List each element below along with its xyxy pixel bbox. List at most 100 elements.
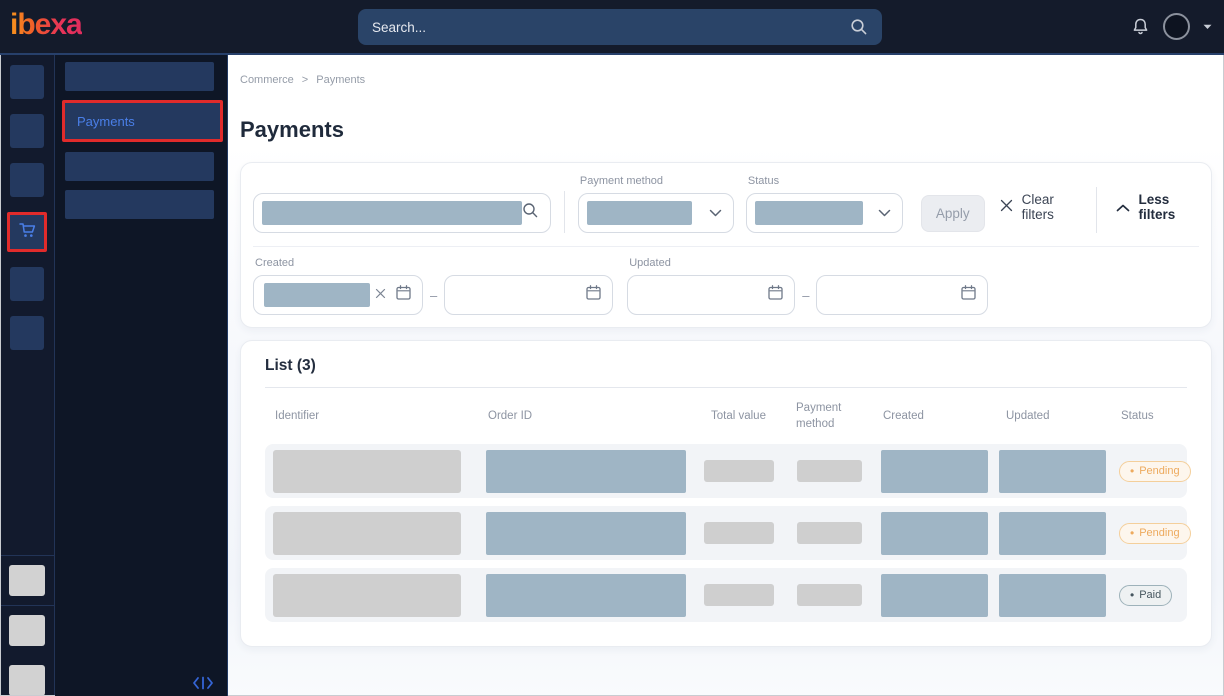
chevron-down-icon <box>878 204 891 222</box>
breadcrumb-payments[interactable]: Payments <box>316 74 365 86</box>
table-row[interactable]: • Pending <box>265 506 1187 560</box>
sidebar-item-3[interactable] <box>65 152 214 181</box>
user-avatar[interactable] <box>1163 13 1190 40</box>
status-badge: • Paid <box>1119 585 1172 606</box>
topbar: ibexa <box>0 0 1224 55</box>
filter-search-input[interactable] <box>253 193 551 233</box>
redacted-payment-method-value <box>587 201 692 225</box>
redacted-payment-method <box>797 460 862 482</box>
sidebar-item-4[interactable] <box>65 190 214 219</box>
app-window: ibexa <box>0 0 1224 696</box>
rail-item-1[interactable] <box>10 65 44 99</box>
clear-date-icon[interactable] <box>375 286 386 304</box>
created-label: Created <box>255 257 613 269</box>
less-filters-button[interactable]: Less filters <box>1116 192 1200 222</box>
redacted-total-value <box>704 584 774 606</box>
redacted-created <box>881 512 988 555</box>
redacted-order-id <box>486 512 686 555</box>
status-badge: • Pending <box>1119 461 1191 482</box>
column-total-value: Total value <box>701 401 786 432</box>
column-status: Status <box>1111 401 1187 432</box>
rail-bottom <box>0 555 54 696</box>
table-row[interactable]: • Pending <box>265 444 1187 498</box>
redacted-identifier <box>273 512 461 555</box>
column-created: Created <box>873 401 996 432</box>
rail-item-6[interactable] <box>10 316 44 350</box>
table-row[interactable]: • Paid <box>265 568 1187 622</box>
redacted-search-value <box>262 201 522 225</box>
chevron-up-icon <box>1116 200 1130 215</box>
main-content: Commerce > Payments Payments <box>228 55 1224 696</box>
calendar-icon[interactable] <box>767 284 784 306</box>
rail-bottom-item-2[interactable] <box>9 615 45 646</box>
rail-bottom-item-1[interactable] <box>9 565 45 596</box>
sidebar-panel: Payments <box>55 55 228 696</box>
breadcrumb: Commerce > Payments <box>228 55 1224 86</box>
payment-method-select[interactable] <box>578 193 734 233</box>
caret-down-icon[interactable] <box>1203 24 1212 30</box>
redacted-order-id <box>486 574 686 617</box>
sidebar-item-label: Payments <box>77 114 135 129</box>
chevron-down-icon <box>709 204 722 222</box>
icon-rail <box>0 55 55 696</box>
filters-card: Payment method Status <box>240 162 1212 328</box>
range-separator: – <box>802 288 809 303</box>
created-from-input[interactable] <box>253 275 423 315</box>
redacted-order-id <box>486 450 686 493</box>
redacted-updated <box>999 512 1106 555</box>
close-icon <box>1000 199 1013 215</box>
collapse-sidebar-icon[interactable] <box>191 676 215 690</box>
ibexa-logo[interactable]: ibexa <box>10 10 82 44</box>
search-icon <box>850 18 868 36</box>
column-payment-method: Payment method <box>786 401 873 432</box>
apply-button[interactable]: Apply <box>921 195 985 232</box>
topbar-actions <box>1131 13 1212 40</box>
clear-filters-button[interactable]: Clear filters <box>1000 192 1080 222</box>
column-order-id: Order ID <box>478 401 701 432</box>
breadcrumb-commerce[interactable]: Commerce <box>240 74 294 86</box>
rail-bottom-item-3[interactable] <box>9 665 45 696</box>
page-title: Payments <box>240 117 1224 143</box>
rail-item-5[interactable] <box>10 267 44 301</box>
sidebar-item-payments-highlight: Payments <box>62 100 223 142</box>
global-search-input[interactable] <box>372 20 850 35</box>
divider <box>564 191 565 233</box>
global-search[interactable] <box>358 9 882 45</box>
table-header: Identifier Order ID Total value Payment … <box>265 388 1187 444</box>
divider <box>0 605 54 606</box>
redacted-identifier <box>273 574 461 617</box>
search-icon <box>522 202 539 224</box>
rail-item-2[interactable] <box>10 114 44 148</box>
column-updated: Updated <box>996 401 1111 432</box>
list-title: List (3) <box>265 357 1187 375</box>
updated-from-input[interactable] <box>627 275 795 315</box>
redacted-updated <box>999 574 1106 617</box>
bell-icon[interactable] <box>1131 17 1150 37</box>
updated-to-input[interactable] <box>816 275 988 315</box>
updated-label: Updated <box>629 257 988 269</box>
sidebar-item-1[interactable] <box>65 62 214 91</box>
calendar-icon[interactable] <box>960 284 977 306</box>
payment-method-label: Payment method <box>580 175 734 187</box>
created-to-input[interactable] <box>444 275 613 315</box>
shopping-cart-icon <box>16 219 38 246</box>
status-select[interactable] <box>746 193 903 233</box>
redacted-identifier <box>273 450 461 493</box>
calendar-icon[interactable] <box>395 284 412 306</box>
sidebar-item-payments[interactable]: Payments <box>65 103 220 139</box>
calendar-icon[interactable] <box>585 284 602 306</box>
rail-item-3[interactable] <box>10 163 44 197</box>
status-label: Status <box>748 175 903 187</box>
range-separator: – <box>430 288 437 303</box>
list-card: List (3) Identifier Order ID Total value… <box>240 340 1212 647</box>
divider <box>253 246 1199 247</box>
redacted-payment-method <box>797 584 862 606</box>
redacted-status-value <box>755 201 863 225</box>
column-identifier: Identifier <box>265 401 478 432</box>
rail-item-commerce[interactable] <box>7 212 47 252</box>
breadcrumb-separator: > <box>302 74 308 86</box>
redacted-total-value <box>704 522 774 544</box>
less-filters-label: Less filters <box>1139 192 1200 222</box>
redacted-created <box>881 574 988 617</box>
clear-filters-label: Clear filters <box>1022 192 1080 222</box>
